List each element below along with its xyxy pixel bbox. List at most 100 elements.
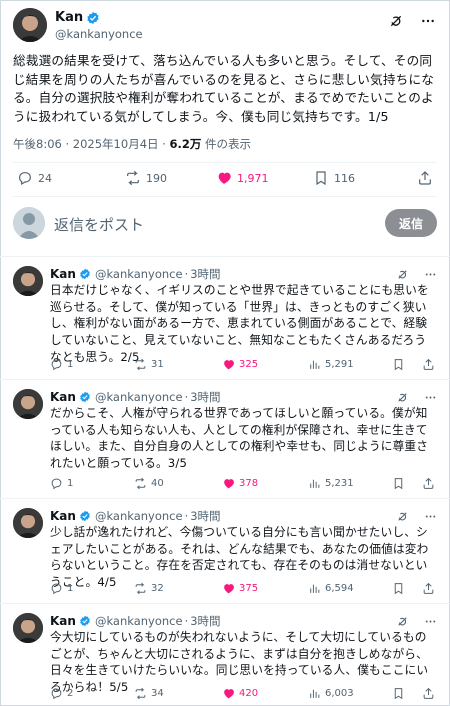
- reply-button[interactable]: 返信: [385, 209, 437, 237]
- author-name[interactable]: Kan: [50, 614, 76, 628]
- verified-badge-icon: [87, 11, 99, 24]
- avatar[interactable]: [13, 613, 43, 643]
- like-stat[interactable]: 420: [222, 687, 258, 700]
- reply-count: 24: [38, 171, 52, 185]
- reply-stat[interactable]: 1: [50, 477, 73, 490]
- avatar[interactable]: [13, 508, 43, 538]
- divider: [0, 256, 450, 257]
- more-options-icon[interactable]: [423, 267, 437, 281]
- share-stat[interactable]: [422, 358, 435, 371]
- author-name[interactable]: Kan: [55, 10, 83, 25]
- reply-icon: [51, 688, 62, 700]
- reply-header: Kan @kankanyonce · 3時間: [50, 613, 221, 629]
- repost-icon: [135, 687, 146, 700]
- author-name[interactable]: Kan: [50, 509, 76, 523]
- like-count: 375: [239, 583, 259, 594]
- separator: ·: [184, 614, 189, 628]
- views-count: 5,231: [325, 478, 354, 489]
- reply-header: Kan @kankanyonce · 3時間: [50, 266, 221, 282]
- reply-icon: [51, 478, 62, 490]
- avatar[interactable]: [13, 389, 43, 419]
- share-stat[interactable]: [422, 687, 435, 700]
- author-name[interactable]: Kan: [50, 267, 76, 281]
- views-count: 6,003: [325, 688, 354, 699]
- like-stat[interactable]: 375: [222, 582, 258, 595]
- views-chart-icon: [310, 360, 320, 369]
- grok-icon[interactable]: [387, 12, 405, 30]
- repost-stat[interactable]: 32: [134, 582, 164, 595]
- reply-time[interactable]: 3時間: [190, 266, 220, 282]
- grok-icon[interactable]: [395, 267, 409, 281]
- author-handle[interactable]: @kankanyonce: [55, 27, 143, 41]
- reply-input[interactable]: 返信をポスト: [54, 214, 144, 235]
- author-name[interactable]: Kan: [50, 390, 76, 404]
- grok-icon[interactable]: [395, 390, 409, 404]
- bookmark-stat[interactable]: [392, 477, 405, 490]
- author-handle[interactable]: @kankanyonce: [95, 509, 183, 523]
- share-icon: [423, 687, 434, 699]
- views-stat[interactable]: 6,594: [308, 582, 354, 595]
- views-stat[interactable]: 5,231: [308, 477, 354, 490]
- author-handle[interactable]: @kankanyonce: [95, 614, 183, 628]
- reply-icon: [51, 359, 62, 371]
- share-icon: [423, 582, 434, 594]
- reply-time[interactable]: 3時間: [190, 389, 220, 405]
- repost-stat[interactable]: 190: [125, 170, 167, 186]
- heart-filled-icon: [224, 479, 234, 489]
- author-handle[interactable]: @kankanyonce: [95, 390, 183, 404]
- bookmark-stat[interactable]: [392, 582, 405, 595]
- repost-stat[interactable]: 40: [134, 477, 164, 490]
- thread-reply[interactable]: Kan @kankanyonce · 3時間 今大切にしているものが失われないよ…: [0, 605, 450, 705]
- repost-stat[interactable]: 34: [134, 687, 164, 700]
- grok-icon[interactable]: [395, 509, 409, 523]
- reply-icon: [19, 172, 31, 186]
- bookmark-stat[interactable]: [392, 687, 405, 700]
- repost-stat[interactable]: 31: [134, 358, 164, 371]
- reply-time[interactable]: 3時間: [190, 613, 220, 629]
- more-options-icon[interactable]: [423, 390, 437, 404]
- like-stat[interactable]: 1,971: [216, 170, 269, 186]
- views-stat[interactable]: 5,291: [308, 358, 354, 371]
- repost-icon: [127, 170, 139, 186]
- verified-badge-icon: [80, 510, 90, 522]
- reply-text: 今大切にしているものが失われないように、そして大切にしているものごとが、ちゃんと…: [50, 630, 429, 695]
- more-options-icon[interactable]: [423, 509, 437, 523]
- reply-stat[interactable]: 2: [50, 687, 73, 700]
- views-stat[interactable]: 6,003: [308, 687, 354, 700]
- divider: [0, 603, 450, 604]
- repost-icon: [135, 582, 146, 595]
- like-stat[interactable]: 378: [222, 477, 258, 490]
- grok-icon[interactable]: [395, 614, 409, 628]
- reply-stat[interactable]: 1: [50, 582, 73, 595]
- reply-header: Kan @kankanyonce · 3時間: [50, 389, 221, 405]
- verified-badge-icon: [80, 391, 90, 403]
- views-chart-icon: [310, 584, 320, 593]
- like-count: 420: [239, 688, 259, 699]
- thread-reply[interactable]: Kan @kankanyonce · 3時間 だからこそ、人権が守られる世界であ…: [0, 381, 450, 491]
- thread-reply[interactable]: Kan @kankanyonce · 3時間 少し話が逸れたけれど、今傷ついてい…: [0, 500, 450, 600]
- thread-reply[interactable]: Kan @kankanyonce · 3時間 日本だけじゃなく、イギリスのことや…: [0, 258, 450, 371]
- more-options-icon[interactable]: [419, 12, 437, 30]
- current-user-avatar[interactable]: [13, 207, 45, 239]
- reply-time[interactable]: 3時間: [190, 508, 220, 524]
- share-stat[interactable]: [417, 170, 433, 186]
- more-options-icon[interactable]: [423, 614, 437, 628]
- bookmark-stat[interactable]: 116: [313, 170, 355, 186]
- heart-filled-icon: [218, 172, 231, 184]
- bookmark-stat[interactable]: [392, 358, 405, 371]
- avatar[interactable]: [13, 8, 47, 42]
- author-name-row[interactable]: Kan: [55, 10, 100, 25]
- reply-actions: [395, 614, 437, 628]
- like-stat[interactable]: 325: [222, 358, 258, 371]
- separator: ·: [184, 509, 189, 523]
- share-stat[interactable]: [422, 582, 435, 595]
- tweet-meta: 午後8:06 · 2025年10月4日 · 6.2万 件の表示: [13, 136, 251, 152]
- reply-stat[interactable]: 1: [50, 358, 73, 371]
- avatar[interactable]: [13, 266, 43, 296]
- tweet-timestamp[interactable]: 午後8:06 · 2025年10月4日 ·: [13, 137, 169, 151]
- author-handle[interactable]: @kankanyonce: [95, 267, 183, 281]
- share-stat[interactable]: [422, 477, 435, 490]
- reply-stat[interactable]: 24: [17, 170, 52, 186]
- divider: [13, 196, 437, 197]
- reply-text: だからこそ、人権が守られる世界であってほしいと願っている。僕が知っている人も知ら…: [50, 406, 429, 471]
